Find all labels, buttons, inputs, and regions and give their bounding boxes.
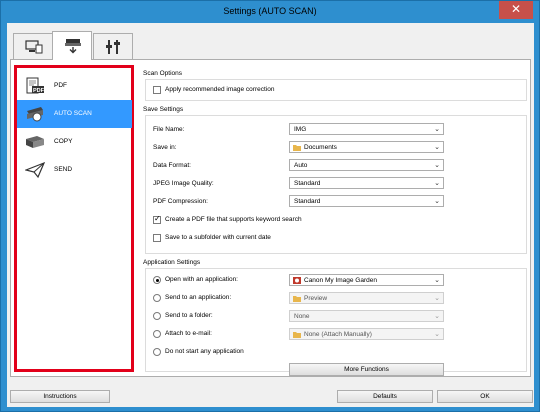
window-title: Settings (AUTO SCAN) xyxy=(223,6,317,16)
save-in-select[interactable]: Documents ⌄ xyxy=(289,141,444,153)
open-with-app-radio[interactable] xyxy=(153,276,161,284)
svg-text:PDF: PDF xyxy=(33,88,45,94)
auto-scan-icon xyxy=(27,107,43,122)
file-name-combo[interactable]: IMG ⌄ xyxy=(289,123,444,135)
settings-panel: PDF PDF AUTO SCAN COPY SEND Scan Options… xyxy=(10,59,531,377)
sidebar-item-label: PDF xyxy=(54,82,67,89)
preview-app-icon xyxy=(293,296,301,302)
chevron-down-icon: ⌄ xyxy=(434,180,440,187)
save-settings-title: Save Settings xyxy=(143,106,184,113)
general-settings-icon xyxy=(106,40,120,54)
data-format-select[interactable]: Auto ⌄ xyxy=(289,159,444,171)
keyword-pdf-label: Create a PDF file that supports keyword … xyxy=(165,216,302,223)
jpeg-quality-label: JPEG Image Quality: xyxy=(153,180,214,187)
chevron-down-icon: ⌄ xyxy=(434,162,440,169)
save-in-value: Documents xyxy=(304,144,337,151)
chevron-down-icon: ⌄ xyxy=(434,144,440,151)
send-icon xyxy=(25,161,45,179)
dialog-client: PDF PDF AUTO SCAN COPY SEND Scan Options… xyxy=(7,23,534,407)
image-garden-icon xyxy=(293,277,301,284)
scan-options-group: Apply recommended image correction xyxy=(145,79,527,101)
chevron-down-icon: ⌄ xyxy=(434,295,440,302)
settings-window: Settings (AUTO SCAN) ✕ PDF PDF AUTO SCAN… xyxy=(0,0,540,412)
file-name-label: File Name: xyxy=(153,126,185,133)
scan-from-operation-panel-icon xyxy=(65,39,81,54)
sidebar-item-copy[interactable]: COPY xyxy=(17,128,132,156)
application-settings-group: Open with an application: Canon My Image… xyxy=(145,268,527,376)
send-to-folder-label: Send to a folder: xyxy=(165,312,213,319)
defaults-button[interactable]: Defaults xyxy=(337,390,433,403)
scan-from-computer-icon xyxy=(25,40,43,54)
ok-button[interactable]: OK xyxy=(437,390,533,403)
chevron-down-icon: ⌄ xyxy=(434,277,440,284)
open-with-app-label: Open with an application: xyxy=(165,276,238,283)
tab-general-settings[interactable] xyxy=(93,33,133,59)
close-button[interactable]: ✕ xyxy=(499,1,533,19)
sidebar-item-label: AUTO SCAN xyxy=(54,110,92,117)
data-format-label: Data Format: xyxy=(153,162,191,169)
tab-scan-from-computer[interactable] xyxy=(13,33,53,59)
send-to-app-value: Preview xyxy=(304,295,328,302)
chevron-down-icon: ⌄ xyxy=(434,313,440,320)
do-not-start-radio[interactable] xyxy=(153,348,161,356)
subfolder-checkbox[interactable] xyxy=(153,234,161,242)
chevron-down-icon: ⌄ xyxy=(434,198,440,205)
keyword-pdf-checkbox[interactable] xyxy=(153,214,161,224)
attach-email-radio[interactable] xyxy=(153,330,161,338)
save-settings-group: File Name: IMG ⌄ Save in: Documents ⌄ Da… xyxy=(145,115,527,254)
more-functions-button[interactable]: More Functions xyxy=(289,363,444,376)
tab-scan-from-operation-panel[interactable] xyxy=(52,31,92,60)
instructions-button[interactable]: Instructions xyxy=(10,390,110,403)
pdf-compression-label: PDF Compression: xyxy=(153,198,208,205)
chevron-down-icon: ⌄ xyxy=(434,331,440,338)
attach-email-select[interactable]: None (Attach Manually) ⌄ xyxy=(289,328,444,340)
chevron-down-icon[interactable]: ⌄ xyxy=(434,125,440,133)
save-in-label: Save in: xyxy=(153,144,177,151)
jpeg-quality-select[interactable]: Standard ⌄ xyxy=(289,177,444,189)
scan-type-list: PDF PDF AUTO SCAN COPY SEND xyxy=(14,65,134,372)
email-icon xyxy=(293,332,301,338)
file-name-value: IMG xyxy=(294,126,307,133)
application-settings-title: Application Settings xyxy=(143,259,201,266)
send-to-folder-radio[interactable] xyxy=(153,312,161,320)
attach-email-label: Attach to e-mail: xyxy=(165,330,212,337)
send-to-folder-select[interactable]: None ⌄ xyxy=(289,310,444,322)
apply-correction-label: Apply recommended image correction xyxy=(165,86,275,93)
folder-icon xyxy=(293,145,301,151)
open-with-app-value: Canon My Image Garden xyxy=(304,277,377,284)
apply-correction-checkbox[interactable] xyxy=(153,86,161,94)
sidebar-item-label: SEND xyxy=(54,166,73,173)
send-to-app-select[interactable]: Preview ⌄ xyxy=(289,292,444,304)
dialog-footer: Instructions Defaults OK xyxy=(7,387,534,405)
sidebar-item-send[interactable]: SEND xyxy=(17,156,132,184)
send-to-app-radio[interactable] xyxy=(153,294,161,302)
jpeg-quality-value: Standard xyxy=(294,180,321,187)
sidebar-item-label: COPY xyxy=(54,138,73,145)
subfolder-label: Save to a subfolder with current date xyxy=(165,234,271,241)
pdf-icon: PDF xyxy=(26,77,45,94)
attach-email-value: None (Attach Manually) xyxy=(304,331,372,338)
pdf-compression-select[interactable]: Standard ⌄ xyxy=(289,195,444,207)
sidebar-item-auto-scan[interactable]: AUTO SCAN xyxy=(17,100,132,128)
open-with-app-select[interactable]: Canon My Image Garden ⌄ xyxy=(289,274,444,286)
scan-options-title: Scan Options xyxy=(143,70,183,77)
title-bar[interactable]: Settings (AUTO SCAN) ✕ xyxy=(1,1,539,23)
pdf-compression-value: Standard xyxy=(294,198,321,205)
do-not-start-label: Do not start any application xyxy=(165,348,244,355)
copy-icon xyxy=(26,136,44,148)
send-to-app-label: Send to an application: xyxy=(165,294,232,301)
send-to-folder-value: None xyxy=(294,313,310,320)
settings-content: Scan Options Apply recommended image cor… xyxy=(141,65,528,376)
sidebar-item-pdf[interactable]: PDF PDF xyxy=(17,72,132,100)
data-format-value: Auto xyxy=(294,162,308,169)
